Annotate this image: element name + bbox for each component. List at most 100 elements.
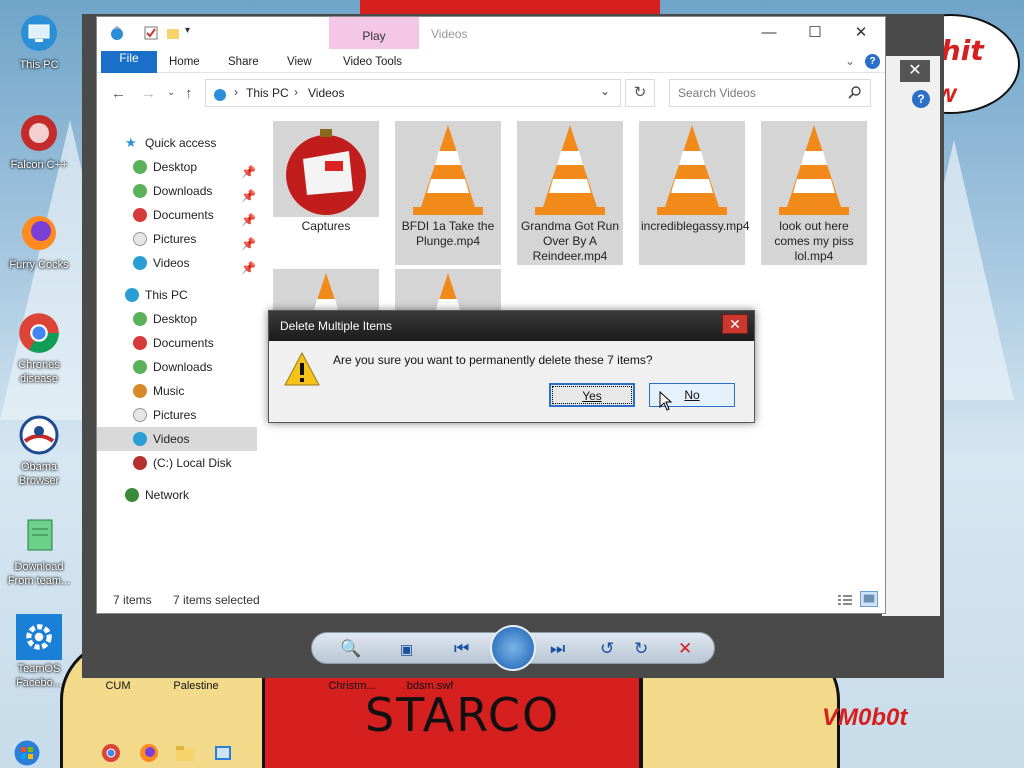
desktop-icon-label[interactable]: bdsm.swf <box>390 680 470 692</box>
file-name: Grandma Got Run Over By A Reindeer.mp4 <box>520 219 620 263</box>
warning-icon <box>284 351 320 386</box>
desktop-icon-this-pc[interactable]: This PC <box>1 10 77 72</box>
chrome-icon[interactable] <box>100 742 122 764</box>
details-view-icon[interactable] <box>837 593 853 607</box>
close-button[interactable]: ✕ <box>841 23 881 43</box>
ribbon-tabs: File Home Share View Video Tools ⌄ ? <box>97 51 885 73</box>
large-icons-view-icon[interactable] <box>860 591 879 607</box>
desktop-icon-download[interactable]: Download From team... <box>1 512 77 588</box>
desktop-icon-chrones[interactable]: Chrones disease <box>1 310 77 386</box>
file-item[interactable]: look out here comes my piss lol.mp4 <box>761 121 867 265</box>
sidebar-item-music[interactable]: Music <box>97 379 257 403</box>
chrome-icon <box>16 310 62 356</box>
pictures-folder-icon <box>133 232 147 246</box>
notepad-icon <box>16 512 62 558</box>
vlc-thumbnail <box>639 121 745 265</box>
help-icon[interactable]: ? <box>865 54 880 69</box>
title-bar: ▾ Play Videos — ☐ ✕ <box>97 17 885 49</box>
actual-size-icon[interactable]: ▣ <box>400 641 413 658</box>
sidebar-item-this-pc[interactable]: This PC <box>97 283 257 307</box>
desktop-folder-icon <box>133 160 147 174</box>
rotate-right-icon[interactable]: ↻ <box>634 639 648 659</box>
desktop-icon-teamos[interactable]: TeamOS Facebo... <box>1 614 77 690</box>
dialog-title-bar: Delete Multiple Items ✕ <box>269 311 754 341</box>
close-icon[interactable]: ✕ <box>900 60 930 82</box>
desktop-icon-label: TeamOS Facebo... <box>16 663 62 689</box>
chevron-down-icon[interactable]: ▾ <box>185 25 201 41</box>
vlc-cone-icon <box>535 125 605 215</box>
sidebar-item-label: Videos <box>153 432 190 446</box>
up-arrow-icon[interactable]: ↑ <box>185 85 193 102</box>
back-arrow-icon[interactable]: ← <box>111 85 126 102</box>
sidebar-item-qa-documents[interactable]: Documents 📌 <box>97 203 257 227</box>
firefox-icon[interactable] <box>138 742 160 764</box>
wallpaper-tag: VM0b0t <box>822 704 908 731</box>
maximize-button[interactable]: ☐ <box>795 23 835 43</box>
desktop-folder-icon <box>133 312 147 326</box>
search-icon[interactable] <box>848 85 862 99</box>
sidebar-item-qa-videos[interactable]: Videos 📌 <box>97 251 257 275</box>
tab-play[interactable]: Play <box>329 17 419 49</box>
previous-icon[interactable]: ⏮ <box>454 639 469 659</box>
next-icon[interactable]: ⏭ <box>550 639 565 659</box>
photo-viewer-icon[interactable] <box>212 742 234 764</box>
properties-icon[interactable] <box>143 25 159 41</box>
file-item[interactable]: Captures <box>273 121 379 233</box>
sidebar-item-network[interactable]: Network <box>97 483 257 507</box>
tab-file[interactable]: File <box>101 51 157 73</box>
tab-view[interactable]: View <box>287 51 312 73</box>
sidebar-item-qa-downloads[interactable]: Downloads 📌 <box>97 179 257 203</box>
slideshow-button[interactable] <box>490 625 536 671</box>
start-button-icon[interactable] <box>8 738 46 768</box>
sidebar-item-quick-access[interactable]: ★ Quick access <box>97 131 257 155</box>
file-item[interactable]: incrediblegassy.mp4 <box>639 121 750 265</box>
sidebar-item-qa-pictures[interactable]: Pictures 📌 <box>97 227 257 251</box>
desktop-icon-furry[interactable]: Furry Cocks <box>1 210 77 272</box>
desktop-icon-label[interactable]: Palestine <box>156 680 236 692</box>
file-item[interactable]: Grandma Got Run Over By A Reindeer.mp4 <box>517 121 623 265</box>
no-button-label: No <box>684 388 700 402</box>
yes-button[interactable]: Yes <box>549 383 635 407</box>
videos-folder-icon <box>133 432 147 446</box>
desktop-icon-label[interactable]: Christm... <box>312 680 392 692</box>
file-item[interactable]: BFDI 1a Take the Plunge.mp4 <box>395 121 501 265</box>
file-name: Captures <box>301 219 351 233</box>
tab-home[interactable]: Home <box>169 51 200 73</box>
desktop-icon-obama[interactable]: Obama Browser <box>1 412 77 488</box>
search-input[interactable]: Search Videos <box>669 79 871 107</box>
desktop-icon-falcon[interactable]: Falcon C++ <box>1 110 77 172</box>
tab-share[interactable]: Share <box>228 51 259 73</box>
chevron-right-icon[interactable]: › <box>294 85 298 99</box>
desktop-icon-label[interactable]: CUM <box>78 680 158 692</box>
vlc-cone-icon <box>657 125 727 215</box>
sidebar-item-videos[interactable]: Videos <box>97 427 257 451</box>
sidebar-item-pictures[interactable]: Pictures <box>97 403 257 427</box>
file-explorer-icon[interactable] <box>174 742 196 764</box>
sidebar-item-local-disk[interactable]: (C:) Local Disk <box>97 451 257 475</box>
sidebar-item-qa-desktop[interactable]: Desktop 📌 <box>97 155 257 179</box>
minimize-button[interactable]: — <box>749 23 789 43</box>
dialog-close-button[interactable]: ✕ <box>722 314 748 334</box>
recent-locations-chevron-icon[interactable]: ⌄ <box>167 87 175 98</box>
zoom-icon[interactable]: 🔍 <box>340 639 361 659</box>
chevron-down-icon[interactable]: ⌄ <box>600 84 610 98</box>
file-name: look out here comes my piss lol.mp4 <box>774 219 854 263</box>
sidebar-item-label: Documents <box>153 336 214 350</box>
rotate-left-icon[interactable]: ↺ <box>600 639 614 659</box>
forward-arrow-icon[interactable]: → <box>141 85 156 102</box>
chevron-down-icon[interactable]: ⌄ <box>845 54 855 68</box>
selection-count: 7 items selected <box>173 593 260 607</box>
address-bar[interactable]: › This PC › Videos ⌄ <box>205 79 621 107</box>
delete-icon[interactable]: ✕ <box>678 639 692 659</box>
sidebar-item-downloads[interactable]: Downloads <box>97 355 257 379</box>
breadcrumb-this-pc[interactable]: This PC <box>246 86 289 100</box>
tab-video-tools[interactable]: Video Tools <box>343 51 402 73</box>
sidebar-item-desktop[interactable]: Desktop <box>97 307 257 331</box>
dialog-title: Delete Multiple Items <box>280 319 393 333</box>
breadcrumb-videos[interactable]: Videos <box>308 86 344 100</box>
new-folder-icon[interactable] <box>165 25 181 41</box>
refresh-button[interactable]: ↻ <box>625 79 655 107</box>
help-icon[interactable]: ? <box>912 90 930 108</box>
sidebar-item-documents[interactable]: Documents <box>97 331 257 355</box>
yes-button-label: Yes <box>582 389 602 403</box>
